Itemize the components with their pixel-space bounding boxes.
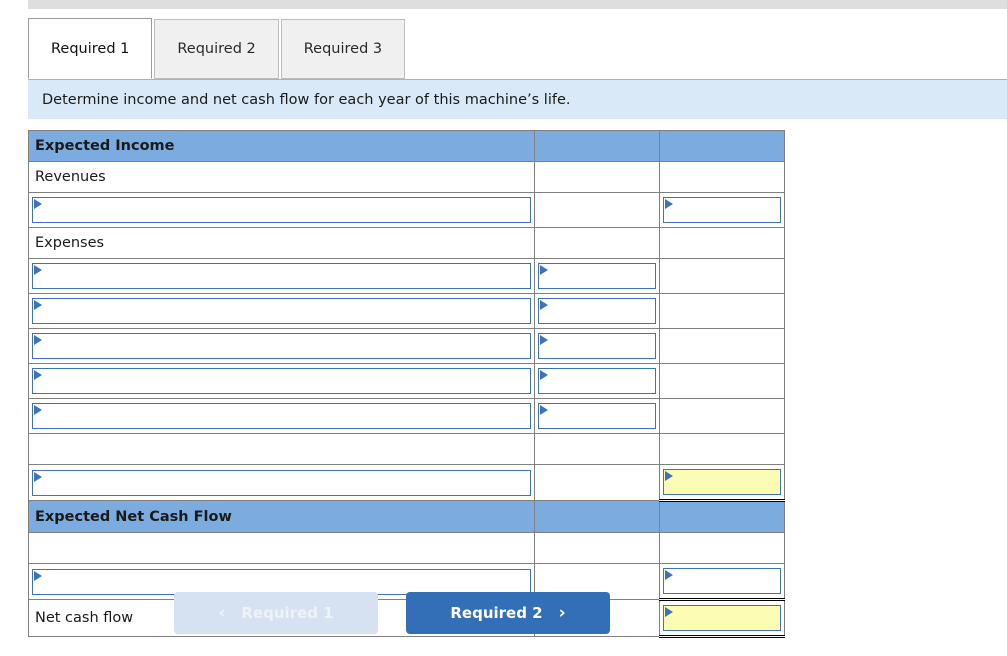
spacer-mid-cell: [534, 532, 660, 564]
previous-required-button[interactable]: ‹ Required 1: [174, 592, 378, 634]
section-header-expected-net-cash-flow: Expected Net Cash Flow: [28, 500, 535, 533]
amount-input[interactable]: [538, 403, 656, 429]
account-title-input[interactable]: [32, 298, 531, 324]
section-header-mid-cell: [534, 500, 660, 533]
worksheet-table: Expected Income Revenues Expenses Expect…: [28, 130, 785, 638]
account-title-input[interactable]: [32, 568, 531, 595]
total-amount-input[interactable]: [663, 469, 781, 495]
table-row: [28, 532, 785, 564]
tab-label: Required 3: [303, 41, 383, 57]
account-title-input[interactable]: [32, 469, 531, 496]
right-input-cell-income-total[interactable]: [659, 464, 785, 502]
amount-input[interactable]: [663, 568, 781, 594]
section-header-expected-income: Expected Income: [28, 130, 535, 162]
mid-cell: [534, 161, 660, 193]
right-cell: [659, 258, 785, 294]
mid-input-cell-expense-4[interactable]: [534, 363, 660, 399]
table-row: [28, 363, 785, 399]
mid-input-cell-expense-5[interactable]: [534, 398, 660, 434]
right-input-cell-revenue-amount[interactable]: [659, 192, 785, 228]
spacer-right-cell: [659, 532, 785, 564]
tab-required-2[interactable]: Required 2: [154, 19, 279, 79]
tab-required-1[interactable]: Required 1: [28, 18, 153, 79]
mid-input-cell-expense-3[interactable]: [534, 328, 660, 364]
amount-input[interactable]: [663, 197, 781, 223]
tab-label: Required 1: [51, 40, 130, 57]
instruction-banner: Determine income and net cash flow for e…: [28, 79, 1007, 119]
row-label: Revenues: [35, 169, 106, 185]
mid-input-cell-expense-2[interactable]: [534, 293, 660, 329]
label-input-cell-income-total[interactable]: [28, 464, 535, 501]
label-input-cell-expense-2[interactable]: [28, 293, 535, 329]
table-row: Revenues: [28, 161, 785, 193]
table-row: Expected Income: [28, 130, 785, 162]
right-cell: [659, 398, 785, 434]
label-input-cell-expense-3[interactable]: [28, 328, 535, 364]
mid-cell: [534, 464, 660, 501]
amount-input[interactable]: [538, 368, 656, 394]
section-header-mid-cell: [534, 130, 660, 162]
table-row: [28, 192, 785, 228]
right-cell: [659, 293, 785, 329]
spacer-right-cell: [659, 433, 785, 465]
section-title: Expected Income: [35, 138, 175, 154]
table-row: [28, 293, 785, 329]
table-row: [28, 258, 785, 294]
amount-input[interactable]: [538, 333, 656, 359]
spacer-mid-cell: [534, 433, 660, 465]
table-row: [28, 398, 785, 434]
table-row: Expenses: [28, 227, 785, 259]
next-button-label: Required 2: [450, 604, 543, 622]
mid-input-cell-expense-1[interactable]: [534, 258, 660, 294]
label-cell-expenses: Expenses: [28, 227, 535, 259]
account-title-input[interactable]: [32, 333, 531, 359]
tab-bar: Required 1 Required 2 Required 3: [28, 17, 407, 79]
account-title-input[interactable]: [32, 368, 531, 394]
spacer-label-cell: [28, 532, 535, 564]
table-row: Expected Net Cash Flow: [28, 500, 785, 533]
section-header-right-cell: [659, 500, 785, 533]
right-cell: [659, 328, 785, 364]
tab-required-3[interactable]: Required 3: [280, 19, 406, 79]
label-input-cell-expense-5[interactable]: [28, 398, 535, 434]
account-title-input[interactable]: [32, 263, 531, 289]
instruction-text: Determine income and net cash flow for e…: [42, 91, 571, 108]
section-title: Expected Net Cash Flow: [35, 508, 232, 525]
next-required-button[interactable]: Required 2 ›: [406, 592, 610, 634]
amount-input[interactable]: [538, 298, 656, 324]
top-gray-strip: [28, 0, 1007, 9]
right-cell: [659, 363, 785, 399]
tab-label: Required 2: [177, 41, 256, 57]
account-title-input[interactable]: [32, 197, 531, 223]
table-row: [28, 464, 785, 502]
chevron-right-icon: ›: [558, 602, 566, 623]
chevron-left-icon: ‹: [218, 602, 226, 623]
label-input-cell-expense-1[interactable]: [28, 258, 535, 294]
amount-input[interactable]: [538, 263, 656, 289]
previous-button-label: Required 1: [241, 604, 334, 622]
label-input-cell-expense-4[interactable]: [28, 363, 535, 399]
right-cell: [659, 161, 785, 193]
table-row: [28, 433, 785, 465]
account-title-input[interactable]: [32, 403, 531, 429]
right-cell: [659, 227, 785, 259]
row-label: Expenses: [35, 235, 105, 251]
section-header-right-cell: [659, 130, 785, 162]
navigation-bar: ‹ Required 1 Required 2 ›: [0, 592, 784, 634]
mid-cell: [534, 192, 660, 228]
table-row: [28, 328, 785, 364]
mid-cell: [534, 227, 660, 259]
spacer-label-cell: [28, 433, 535, 465]
label-cell-revenues: Revenues: [28, 161, 535, 193]
label-input-cell-revenue-item[interactable]: [28, 192, 535, 228]
